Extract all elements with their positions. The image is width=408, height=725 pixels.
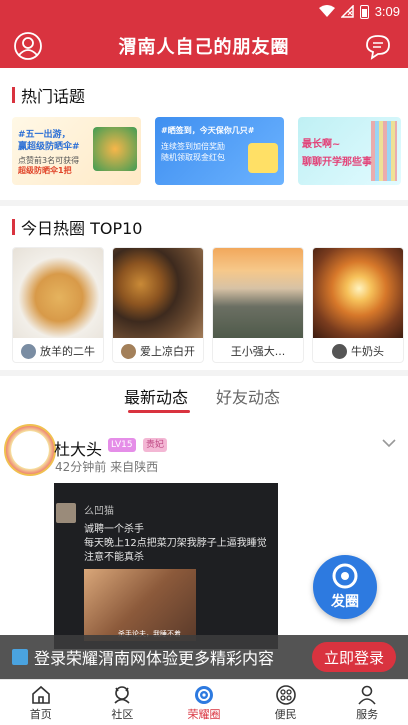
- top10-image: [13, 248, 103, 338]
- post-image[interactable]: 么凹猫 诚聘一个杀手 每天晚上12点把菜刀架我脖子上逼我睡觉 注意不能真杀 杀手…: [54, 483, 278, 649]
- user-icon[interactable]: [13, 31, 43, 61]
- topic-text: 赢超级防晒伞#: [18, 142, 80, 152]
- hot-topics-title: 热门话题: [21, 87, 86, 106]
- top10-title: 今日热圈 TOP10: [21, 219, 143, 238]
- nav-label: 服务: [356, 707, 379, 721]
- top10-card[interactable]: 牛奶头: [312, 247, 404, 363]
- app-header: 渭南人自己的朋友圈: [0, 24, 408, 68]
- topic-text: 随机领取现金红包: [161, 153, 225, 162]
- topic-text: 聊聊开学那些事: [302, 157, 372, 168]
- community-icon: [114, 685, 130, 704]
- sunscreen-image: [93, 127, 137, 171]
- nav-label: 便民: [274, 707, 297, 721]
- section-marker: [12, 87, 15, 103]
- pencils-image: [371, 121, 397, 181]
- section-divider: [0, 200, 408, 206]
- feed-tabs: 最新动态 好友动态: [0, 384, 408, 414]
- post-author-avatar[interactable]: [4, 424, 56, 476]
- status-time: 3:09: [374, 4, 400, 19]
- app-title: 渭南人自己的朋友圈: [118, 37, 290, 58]
- top10-image: [213, 248, 303, 338]
- nav-honor-circle[interactable]: 荣耀圈: [163, 680, 245, 725]
- top10-name: 爱上凉白开: [140, 345, 195, 358]
- top10-heading: 今日热圈 TOP10: [12, 215, 142, 239]
- topic-banner-school[interactable]: 最长啊~ 聊聊开学那些事: [298, 117, 401, 185]
- login-button[interactable]: 立即登录: [312, 642, 396, 672]
- post-author-name[interactable]: 杜大头: [54, 436, 102, 460]
- top10-label: 牛奶头: [313, 338, 403, 362]
- top10-label: 放羊的二牛: [13, 338, 103, 362]
- top10-label: 爱上凉白开: [113, 338, 203, 362]
- nav-services[interactable]: 便民: [245, 680, 327, 725]
- avatar: [121, 343, 136, 359]
- nav-label: 荣耀圈: [187, 707, 221, 721]
- avatar: [21, 343, 36, 359]
- topic-text: 最长啊~: [302, 139, 341, 150]
- nav-label: 首页: [29, 707, 52, 721]
- top10-list: 放羊的二牛 爱上凉白开 王小强大... 牛奶头: [12, 247, 404, 363]
- top10-name: 牛奶头: [351, 345, 384, 358]
- chevron-down-icon[interactable]: [382, 438, 396, 448]
- login-banner: 登录荣耀渭南网体验更多精彩内容 立即登录: [0, 635, 408, 679]
- image-user: 么凹猫: [84, 506, 114, 517]
- services-icon: [275, 684, 296, 705]
- nav-home[interactable]: 首页: [0, 680, 82, 725]
- image-text: 诚聘一个杀手: [84, 524, 144, 535]
- image-text: 注意不能真杀: [84, 552, 144, 563]
- wifi-icon: [318, 5, 335, 17]
- top10-card[interactable]: 放羊的二牛: [12, 247, 104, 363]
- top10-label: 王小强大...: [213, 338, 303, 362]
- status-bar: 3:09: [0, 0, 408, 24]
- topic-banners: #五一出游， 赢超级防晒伞# 点赞前3名可获得 超级防晒伞1把 #晒签到，今天保…: [12, 117, 401, 185]
- vip-badge: 贵妃: [143, 438, 168, 452]
- top10-image: [113, 248, 203, 338]
- home-icon: [31, 685, 50, 704]
- message-icon[interactable]: [363, 31, 393, 61]
- post-fab-button[interactable]: 发圈: [313, 555, 377, 619]
- post-meta: 42分钟前 来自陕西: [55, 460, 159, 474]
- tab-latest[interactable]: 最新动态: [124, 384, 188, 408]
- level-badge: LV15: [108, 438, 136, 452]
- avatar: [56, 503, 76, 523]
- nav-community[interactable]: 社区: [82, 680, 164, 725]
- section-marker: [12, 219, 15, 235]
- calendar-icon: [248, 143, 278, 173]
- camera-aperture-icon: [332, 563, 358, 589]
- topic-banner-sunscreen[interactable]: #五一出游， 赢超级防晒伞# 点赞前3名可获得 超级防晒伞1把: [12, 117, 141, 185]
- top10-card[interactable]: 爱上凉白开: [112, 247, 204, 363]
- topic-text: 超级防晒伞1把: [18, 166, 72, 175]
- battery-icon: [359, 4, 369, 19]
- status-icons: 3:09: [318, 4, 400, 19]
- bottom-nav: 首页 社区 荣耀圈 便民 服务: [0, 679, 408, 725]
- profile-icon: [358, 685, 376, 705]
- login-banner-text: 登录荣耀渭南网体验更多精彩内容: [34, 649, 275, 668]
- topic-text: 连续签到加倍奖励: [161, 142, 225, 151]
- top10-name: 王小强大...: [230, 345, 286, 358]
- avatar: [332, 343, 347, 359]
- nav-profile[interactable]: 服务: [326, 680, 408, 725]
- section-divider: [0, 370, 408, 376]
- topic-banner-checkin[interactable]: #晒签到，今天保你几只# 连续签到加倍奖励 随机领取现金红包: [155, 117, 284, 185]
- tab-friends[interactable]: 好友动态: [216, 384, 280, 408]
- active-tab-indicator: [128, 410, 190, 413]
- top10-image: [313, 248, 403, 338]
- topic-text: #晒签到，今天保你几只#: [161, 126, 255, 135]
- no-signal-icon: [340, 5, 354, 18]
- hot-topics-heading: 热门话题: [12, 83, 85, 107]
- honor-circle-icon: [194, 685, 213, 704]
- top10-card[interactable]: 王小强大...: [212, 247, 304, 363]
- app-logo-icon: [12, 649, 28, 665]
- fab-label: 发圈: [331, 594, 359, 610]
- nav-label: 社区: [111, 707, 134, 721]
- image-text: 每天晚上12点把菜刀架我脖子上逼我睡觉: [84, 538, 267, 549]
- top10-name: 放羊的二牛: [40, 345, 95, 358]
